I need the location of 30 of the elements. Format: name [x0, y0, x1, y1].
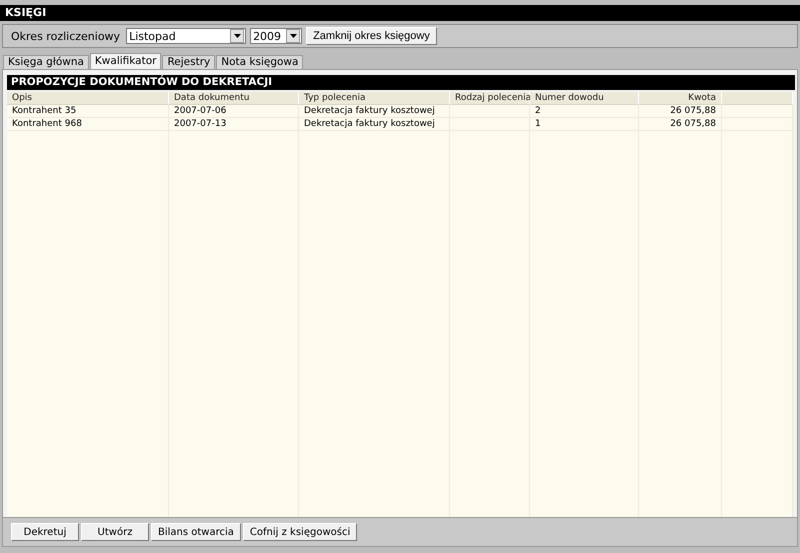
table-cell: Dekretacja faktury kosztowej — [299, 105, 450, 118]
close-period-button[interactable]: Zamknij okres księgowy — [306, 27, 437, 45]
year-dropdown[interactable]: 2009 — [250, 28, 302, 44]
tab[interactable]: Kwalifikator — [90, 53, 162, 69]
tab[interactable]: Księga główna — [3, 55, 89, 69]
column-header[interactable]: Rodzaj polecenia — [450, 92, 530, 105]
table-cell: Kontrahent 968 — [7, 118, 169, 131]
table-cell: 26 075,88 — [639, 118, 722, 131]
month-dropdown[interactable]: Listopad — [126, 28, 246, 44]
table-cell: 2007-07-13 — [169, 118, 299, 131]
period-label: Okres rozliczeniowy — [11, 30, 120, 42]
column-header[interactable]: Kwota — [639, 92, 722, 105]
tab[interactable]: Nota księgowa — [216, 55, 304, 69]
tab[interactable]: Rejestry — [162, 55, 216, 69]
action-button[interactable]: Cofnij z księgowości — [242, 523, 358, 541]
action-button[interactable]: Utwórz — [81, 523, 149, 541]
action-button[interactable]: Bilans otwarcia — [151, 523, 241, 541]
table-cell: 2007-07-06 — [169, 105, 299, 118]
column-header[interactable]: Typ polecenia — [299, 92, 450, 105]
table-cell: Dekretacja faktury kosztowej — [299, 118, 450, 131]
table-cell: 2 — [530, 105, 639, 118]
panel-title: PROPOZYCJE DOKUMENTÓW DO DEKRETACJI — [7, 75, 795, 90]
window-title: KSIĘGI — [0, 5, 800, 21]
table-cell: 1 — [530, 118, 639, 131]
action-button[interactable]: Dekretuj — [11, 523, 79, 541]
column-header[interactable]: Opis — [7, 92, 169, 105]
table-cell: 26 075,88 — [639, 105, 722, 118]
table-cell: Kontrahent 35 — [7, 105, 169, 118]
column-header[interactable]: Data dokumentu — [169, 92, 299, 105]
column-header[interactable]: Numer dowodu — [530, 92, 639, 105]
